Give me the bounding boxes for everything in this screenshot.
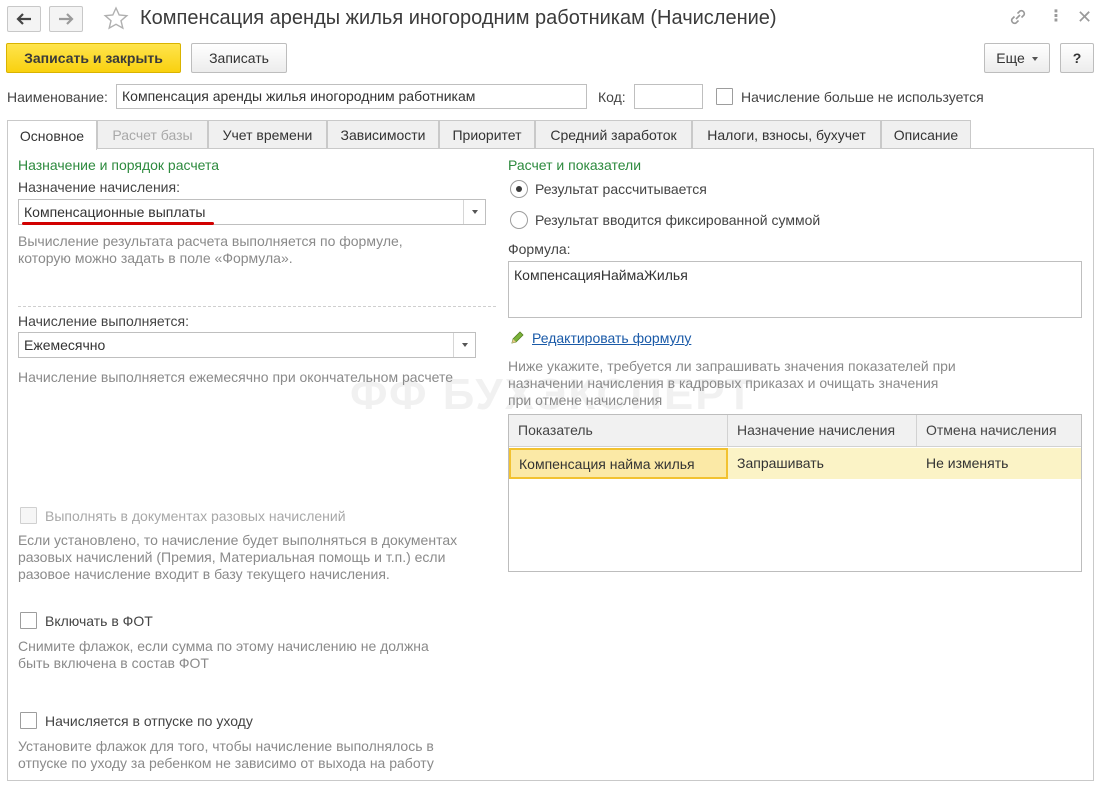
fot-checkbox[interactable] (20, 612, 37, 629)
more-label: Еще (996, 50, 1025, 66)
fot-label: Включать в ФОТ (45, 613, 153, 629)
onetime-label: Выполнять в документах разовых начислени… (45, 508, 346, 524)
table-row[interactable]: Компенсация найма жилья Запрашивать Не и… (509, 448, 1081, 479)
leave-hint: Установите флажок для того, чтобы начисл… (18, 738, 434, 771)
column-header[interactable]: Отмена начисления (917, 415, 1081, 447)
chevron-down-icon[interactable] (453, 333, 475, 357)
more-vertical-icon[interactable]: ⋮ (1048, 9, 1064, 25)
edit-formula-link[interactable]: Редактировать формулу (532, 330, 691, 346)
pencil-icon (510, 330, 525, 348)
unused-label: Начисление больше не используется (741, 89, 984, 105)
column-header[interactable]: Показатель (509, 415, 728, 447)
purpose-value: Компенсационные выплаты (24, 204, 206, 220)
link-icon[interactable] (1008, 8, 1028, 29)
onetime-checkbox[interactable] (20, 507, 37, 524)
purpose-hint: Вычисление результата расчета выполняетс… (18, 233, 403, 266)
window-title: Компенсация аренды жилья иногородним раб… (140, 7, 777, 29)
radio-fixed[interactable] (510, 211, 528, 229)
onetime-hint: Если установлено, то начисление будет вы… (18, 532, 458, 582)
tab-description[interactable]: Описание (881, 120, 971, 149)
arrow-left-icon (16, 13, 31, 25)
save-close-button[interactable]: Записать и закрыть (6, 43, 181, 73)
code-input[interactable] (634, 84, 703, 109)
column-header[interactable]: Назначение начисления (728, 415, 917, 447)
indicators-hint: Ниже укажите, требуется ли запрашивать з… (508, 358, 956, 408)
table-cell[interactable]: Компенсация найма жилья (509, 448, 728, 479)
save-button[interactable]: Записать (191, 43, 287, 73)
tab-base-calc[interactable]: Расчет базы (97, 120, 208, 149)
name-label: Наименование: (7, 89, 108, 105)
chevron-down-icon[interactable] (463, 200, 485, 224)
help-button[interactable]: ? (1060, 43, 1094, 73)
formula-field[interactable]: КомпенсацияНаймаЖилья (508, 261, 1082, 318)
indicators-table: Показатель Назначение начисления Отмена … (508, 414, 1082, 572)
leave-checkbox[interactable] (20, 712, 37, 729)
table-cell[interactable]: Запрашивать (728, 448, 917, 479)
forward-button[interactable] (49, 6, 83, 32)
section-divider (18, 306, 496, 307)
code-label: Код: (598, 89, 626, 105)
tab-main[interactable]: Основное (7, 120, 97, 150)
right-section-title: Расчет и показатели (508, 157, 642, 173)
more-menu-button[interactable]: Еще (984, 43, 1050, 73)
tab-dependencies[interactable]: Зависимости (327, 120, 439, 149)
chevron-down-icon (1031, 50, 1038, 66)
tab-taxes[interactable]: Налоги, взносы, бухучет (692, 120, 881, 149)
tab-average-earnings[interactable]: Средний заработок (535, 120, 692, 149)
schedule-label: Начисление выполняется: (18, 313, 189, 329)
arrow-right-icon (59, 13, 74, 25)
red-underline-annotation (22, 222, 214, 225)
table-cell[interactable]: Не изменять (917, 448, 1081, 479)
unused-checkbox[interactable] (716, 88, 733, 105)
name-input[interactable]: Компенсация аренды жилья иногородним раб… (116, 84, 587, 109)
schedule-value: Ежемесячно (24, 337, 106, 353)
purpose-label: Назначение начисления: (18, 179, 180, 195)
radio-calculated[interactable] (510, 180, 528, 198)
close-icon[interactable]: ✕ (1077, 8, 1092, 26)
leave-label: Начисляется в отпуске по уходу (45, 713, 253, 729)
schedule-select[interactable]: Ежемесячно (18, 332, 476, 358)
left-section-title: Назначение и порядок расчета (18, 157, 220, 173)
formula-value: КомпенсацияНаймаЖилья (514, 267, 688, 283)
formula-label: Формула: (508, 241, 571, 257)
tab-priority[interactable]: Приоритет (439, 120, 535, 149)
back-button[interactable] (7, 6, 41, 32)
radio-fixed-label: Результат вводится фиксированной суммой (535, 212, 821, 228)
tab-time-tracking[interactable]: Учет времени (208, 120, 327, 149)
fot-hint: Снимите флажок, если сумма по этому начи… (18, 638, 429, 671)
radio-calculated-label: Результат рассчитывается (535, 181, 707, 197)
schedule-hint: Начисление выполняется ежемесячно при ок… (18, 369, 454, 385)
favorite-star-icon[interactable] (102, 5, 130, 36)
